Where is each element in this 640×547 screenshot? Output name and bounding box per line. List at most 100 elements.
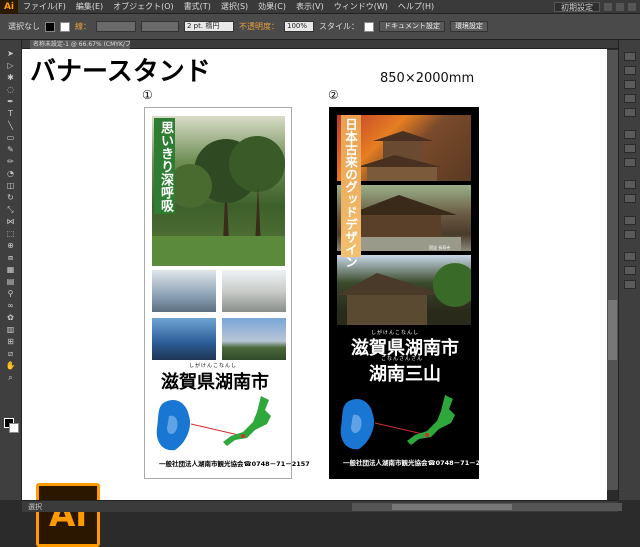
tools-panel: ➤ ▷ ✱ ◌ ✒ T ╲ ▭ ✎ ✏ ◔ ◫ ↻ ⤡ ⋈ ⬚ ⊕ ⧈ ▦ ▤ … xyxy=(0,40,22,500)
horizontal-scrollbar[interactable] xyxy=(352,503,622,511)
zoom-tool-icon[interactable]: ⌕ xyxy=(5,374,16,382)
blob-brush-tool-icon[interactable]: ◔ xyxy=(5,170,16,178)
opacity-field[interactable]: 100% xyxy=(284,21,314,32)
menu-file[interactable]: ファイル(F) xyxy=(18,0,71,14)
shape-builder-tool-icon[interactable]: ⊕ xyxy=(5,242,16,250)
city-name: 滋賀県湖南市 xyxy=(161,372,269,393)
banner-2[interactable]: 国宝 長寿寺 日本古来のグッドデザイン しがけんこなんし 滋賀県湖南市 こなんさ… xyxy=(329,107,494,479)
appearance-panel-icon[interactable] xyxy=(624,180,636,189)
minimize-button[interactable] xyxy=(604,2,612,11)
stroke-label: 線： xyxy=(75,22,91,31)
slice-tool-icon[interactable]: ⧄ xyxy=(5,350,16,358)
graphic-styles-panel-icon[interactable] xyxy=(624,194,636,203)
swatches-panel-icon[interactable] xyxy=(624,80,636,89)
document-settings-button[interactable]: ドキュメント設定 xyxy=(379,21,445,32)
fill-swatch[interactable] xyxy=(45,21,55,32)
horizontal-scroll-thumb[interactable] xyxy=(392,504,512,510)
document-tab-bar: 名称未設定-1 @ 66.67% (CMYK/プレビュー) xyxy=(22,40,618,49)
perspective-grid-tool-icon[interactable]: ⧈ xyxy=(5,254,16,262)
menu-bar: Ai ファイル(F) 編集(E) オブジェクト(O) 書式(T) 選択(S) 効… xyxy=(0,0,640,14)
width-tool-icon[interactable]: ⋈ xyxy=(5,218,16,226)
rectangle-tool-icon[interactable]: ▭ xyxy=(5,134,16,142)
rotate-tool-icon[interactable]: ↻ xyxy=(5,194,16,202)
status-mode[interactable]: 選択 xyxy=(28,502,42,512)
menu-object[interactable]: オブジェクト(O) xyxy=(108,0,179,14)
rock-relief-photo xyxy=(222,270,286,312)
menu-effect[interactable]: 効果(C) xyxy=(253,0,291,14)
document-tab[interactable]: 名称未設定-1 @ 66.67% (CMYK/プレビュー) xyxy=(30,40,130,49)
eyedropper-tool-icon[interactable]: ⚲ xyxy=(5,290,16,298)
blend-tool-icon[interactable]: ∞ xyxy=(5,302,16,310)
pen-tool-icon[interactable]: ✒ xyxy=(5,98,16,106)
artboard-title: バナースタンド xyxy=(30,57,211,87)
artboards-panel-icon[interactable] xyxy=(624,230,636,239)
eraser-tool-icon[interactable]: ◫ xyxy=(5,182,16,190)
status-bar: 選択 xyxy=(22,500,622,512)
line-tool-icon[interactable]: ╲ xyxy=(5,122,16,130)
variable-width-field[interactable] xyxy=(141,21,179,32)
menu-view[interactable]: 表示(V) xyxy=(291,0,329,14)
artboard-canvas[interactable]: バナースタンド 850×2000mm ① ② 思いきり深呼吸 しがけんこなんし … xyxy=(22,49,607,547)
sub-title: 湖南三山 xyxy=(369,364,441,385)
brushes-panel-icon[interactable] xyxy=(624,94,636,103)
free-transform-tool-icon[interactable]: ⬚ xyxy=(5,230,16,238)
color-panel-icon[interactable] xyxy=(624,52,636,61)
color-guide-panel-icon[interactable] xyxy=(624,66,636,75)
style-label: スタイル： xyxy=(319,22,359,31)
transform-panel-icon[interactable] xyxy=(624,280,636,289)
stroke-panel-icon[interactable] xyxy=(624,130,636,139)
menu-edit[interactable]: 編集(E) xyxy=(71,0,108,14)
banner-size: 850×2000mm xyxy=(380,71,475,86)
banner-number-1: ① xyxy=(142,88,153,102)
paintbrush-tool-icon[interactable]: ✎ xyxy=(5,146,16,154)
mountain-view-photo xyxy=(222,318,286,360)
vertical-scrollbar[interactable] xyxy=(607,50,618,490)
menu-select[interactable]: 選択(S) xyxy=(216,0,253,14)
selection-tool-icon[interactable]: ➤ xyxy=(5,50,16,58)
selection-status: 選択なし xyxy=(8,22,40,31)
opacity-label: 不透明度： xyxy=(239,22,279,31)
layers-panel-icon[interactable] xyxy=(624,216,636,225)
direct-selection-tool-icon[interactable]: ▷ xyxy=(5,62,16,70)
pathfinder-panel-icon[interactable] xyxy=(624,266,636,275)
control-bar: 選択なし 線： 2 pt. 楕円 不透明度： 100% スタイル： ドキュメント… xyxy=(0,14,640,40)
workspace-switcher[interactable]: 初期設定 xyxy=(554,1,600,12)
graph-tool-icon[interactable]: ▥ xyxy=(5,326,16,334)
symbols-panel-icon[interactable] xyxy=(624,108,636,117)
brush-field[interactable]: 2 pt. 楕円 xyxy=(184,21,234,32)
shiga-japan-map-image xyxy=(156,396,271,451)
style-swatch[interactable] xyxy=(364,21,374,32)
stroke-swatch[interactable] xyxy=(60,21,70,32)
mesh-tool-icon[interactable]: ▦ xyxy=(5,266,16,274)
maximize-button[interactable] xyxy=(616,2,624,11)
menu-window[interactable]: ウィンドウ(W) xyxy=(329,0,393,14)
gradient-tool-icon[interactable]: ▤ xyxy=(5,278,16,286)
footer-contact: 一般社団法人湖南市観光協会☎0748－71－2157 xyxy=(343,459,494,467)
transparency-panel-icon[interactable] xyxy=(624,158,636,167)
footer-contact: 一般社団法人湖南市観光協会☎0748－71－2157 xyxy=(159,460,310,468)
banner-number-2: ② xyxy=(328,88,339,102)
close-button[interactable] xyxy=(628,2,636,11)
menu-help[interactable]: ヘルプ(H) xyxy=(393,0,439,14)
catch-copy: 思いきり深呼吸 xyxy=(158,121,173,212)
symbol-sprayer-tool-icon[interactable]: ✿ xyxy=(5,314,16,322)
scale-tool-icon[interactable]: ⤡ xyxy=(5,206,16,214)
hand-tool-icon[interactable]: ✋ xyxy=(5,362,16,370)
pencil-tool-icon[interactable]: ✏ xyxy=(5,158,16,166)
artboard-tool-icon[interactable]: ⊞ xyxy=(5,338,16,346)
type-tool-icon[interactable]: T xyxy=(5,110,16,118)
menu-type[interactable]: 書式(T) xyxy=(179,0,216,14)
stroke-weight-field[interactable] xyxy=(96,21,136,32)
magic-wand-tool-icon[interactable]: ✱ xyxy=(5,74,16,82)
vertical-scroll-thumb[interactable] xyxy=(608,300,617,360)
banner-1[interactable]: 思いきり深呼吸 しがけんこなんし 滋賀県湖南市 一般社団法人湖南市観光協会☎07… xyxy=(144,107,310,479)
preferences-button[interactable]: 環境設定 xyxy=(450,21,488,32)
ukiyoe-photo xyxy=(152,270,216,312)
stroke-color-icon[interactable] xyxy=(9,423,19,433)
shiga-japan-map-image xyxy=(340,395,455,450)
fishing-photo xyxy=(152,318,216,360)
align-panel-icon[interactable] xyxy=(624,252,636,261)
illustrator-logo: Ai xyxy=(36,483,100,547)
gradient-panel-icon[interactable] xyxy=(624,144,636,153)
lasso-tool-icon[interactable]: ◌ xyxy=(5,86,16,94)
